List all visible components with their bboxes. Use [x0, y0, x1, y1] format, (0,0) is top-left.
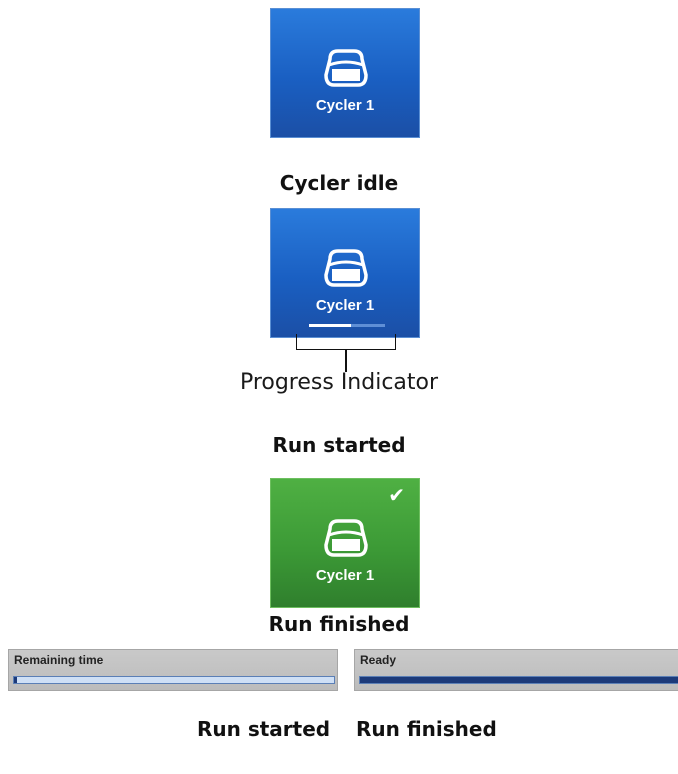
- tile-label: Cycler 1: [315, 97, 375, 114]
- cycler-tile-running[interactable]: Cycler 1: [270, 208, 420, 338]
- cycler-icon: [324, 519, 368, 557]
- status-progress-bar: [13, 676, 335, 684]
- cycler-tile-finished[interactable]: ✔ Cycler 1: [270, 478, 420, 608]
- progress-indicator: [309, 324, 385, 327]
- status-progress-fill: [360, 677, 678, 683]
- checkmark-icon: ✔: [388, 483, 405, 507]
- bottom-caption-run-finished: Run finished: [356, 717, 497, 741]
- status-bar-remaining-time: Remaining time: [8, 649, 338, 691]
- status-progress-bar: [359, 676, 678, 684]
- progress-indicator-annotation: Progress Indicator: [239, 370, 439, 395]
- annotation-leader-line: [345, 350, 347, 372]
- annotation-bracket: [296, 334, 396, 350]
- tile-label: Cycler 1: [315, 297, 375, 314]
- cycler-icon: [324, 49, 368, 87]
- status-bar-text: Ready: [360, 653, 397, 667]
- bottom-caption-run-started: Run started: [197, 717, 331, 741]
- cycler-tile-idle[interactable]: Cycler 1: [270, 8, 420, 138]
- caption-cycler-idle: Cycler idle: [279, 171, 399, 195]
- status-progress-fill: [14, 677, 18, 683]
- tile-label: Cycler 1: [315, 567, 375, 584]
- caption-run-finished: Run finished: [268, 612, 410, 636]
- progress-indicator-fill: [309, 324, 351, 327]
- cycler-icon: [324, 249, 368, 287]
- caption-run-started: Run started: [272, 433, 406, 457]
- status-bar-text: Remaining time: [14, 653, 104, 667]
- status-bar-ready: Ready: [354, 649, 678, 691]
